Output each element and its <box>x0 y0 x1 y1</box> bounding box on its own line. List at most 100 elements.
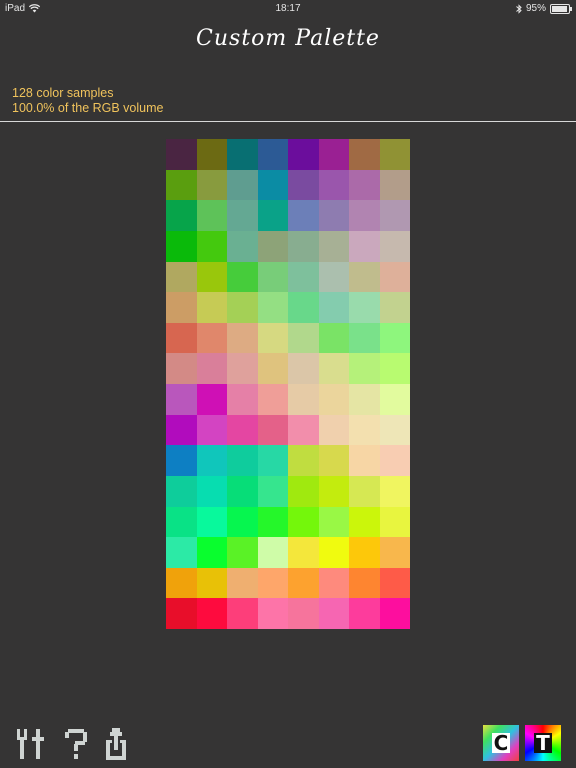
palette-swatch[interactable] <box>166 537 197 568</box>
palette-swatch[interactable] <box>166 139 197 170</box>
palette-swatch[interactable] <box>166 506 197 538</box>
palette-swatch[interactable] <box>257 200 288 231</box>
palette-swatch[interactable] <box>227 384 258 415</box>
palette-swatch[interactable] <box>379 598 410 629</box>
palette-swatch[interactable] <box>227 353 258 384</box>
palette-swatch[interactable] <box>318 292 349 323</box>
palette-swatch[interactable] <box>288 169 319 201</box>
palette-swatch[interactable] <box>318 384 349 415</box>
palette-swatch[interactable] <box>196 475 227 507</box>
palette-t-button[interactable]: T <box>525 725 561 761</box>
palette-swatch[interactable] <box>166 414 197 446</box>
palette-swatch[interactable] <box>379 322 410 354</box>
palette-swatch[interactable] <box>349 598 380 629</box>
palette-swatch[interactable] <box>288 537 319 568</box>
palette-swatch[interactable] <box>349 230 380 262</box>
palette-swatch[interactable] <box>318 414 349 446</box>
palette-swatch[interactable] <box>227 506 258 538</box>
palette-swatch[interactable] <box>166 200 197 231</box>
palette-swatch[interactable] <box>318 567 349 599</box>
palette-swatch[interactable] <box>288 445 319 476</box>
palette-swatch[interactable] <box>196 384 227 415</box>
palette-swatch[interactable] <box>288 261 319 293</box>
palette-swatch[interactable] <box>318 230 349 262</box>
palette-swatch[interactable] <box>349 169 380 201</box>
palette-swatch[interactable] <box>166 475 197 507</box>
palette-swatch[interactable] <box>318 353 349 384</box>
palette-swatch[interactable] <box>257 230 288 262</box>
palette-swatch[interactable] <box>196 598 227 629</box>
palette-swatch[interactable] <box>318 261 349 293</box>
palette-swatch[interactable] <box>288 414 319 446</box>
palette-swatch[interactable] <box>349 414 380 446</box>
palette-swatch[interactable] <box>257 384 288 415</box>
palette-swatch[interactable] <box>318 506 349 538</box>
palette-swatch[interactable] <box>227 322 258 354</box>
palette-swatch[interactable] <box>379 445 410 476</box>
palette-swatch[interactable] <box>288 384 319 415</box>
palette-swatch[interactable] <box>349 200 380 231</box>
palette-swatch[interactable] <box>288 598 319 629</box>
palette-swatch[interactable] <box>196 445 227 476</box>
palette-swatch[interactable] <box>166 353 197 384</box>
palette-swatch[interactable] <box>318 598 349 629</box>
palette-swatch[interactable] <box>196 506 227 538</box>
palette-swatch[interactable] <box>257 598 288 629</box>
palette-swatch[interactable] <box>196 292 227 323</box>
palette-swatch[interactable] <box>288 353 319 384</box>
palette-swatch[interactable] <box>257 292 288 323</box>
palette-swatch[interactable] <box>227 445 258 476</box>
palette-swatch[interactable] <box>349 292 380 323</box>
palette-swatch[interactable] <box>349 537 380 568</box>
share-button[interactable] <box>98 724 134 764</box>
palette-swatch[interactable] <box>166 169 197 201</box>
palette-swatch[interactable] <box>379 200 410 231</box>
palette-swatch[interactable] <box>166 322 197 354</box>
palette-swatch[interactable] <box>379 169 410 201</box>
palette-swatch[interactable] <box>196 169 227 201</box>
palette-swatch[interactable] <box>257 445 288 476</box>
palette-swatch[interactable] <box>379 139 410 170</box>
palette-swatch[interactable] <box>318 475 349 507</box>
palette-swatch[interactable] <box>257 475 288 507</box>
palette-swatch[interactable] <box>166 261 197 293</box>
palette-swatch[interactable] <box>318 322 349 354</box>
palette-swatch[interactable] <box>349 139 380 170</box>
palette-swatch[interactable] <box>379 292 410 323</box>
palette-swatch[interactable] <box>257 169 288 201</box>
palette-swatch[interactable] <box>227 414 258 446</box>
palette-swatch[interactable] <box>227 292 258 323</box>
palette-swatch[interactable] <box>379 506 410 538</box>
palette-swatch[interactable] <box>196 139 227 170</box>
palette-swatch[interactable] <box>227 169 258 201</box>
palette-swatch[interactable] <box>379 384 410 415</box>
palette-swatch[interactable] <box>379 475 410 507</box>
palette-swatch[interactable] <box>349 384 380 415</box>
palette-swatch[interactable] <box>288 506 319 538</box>
palette-swatch[interactable] <box>227 598 258 629</box>
palette-swatch[interactable] <box>288 200 319 231</box>
palette-swatch[interactable] <box>257 506 288 538</box>
palette-swatch[interactable] <box>288 230 319 262</box>
palette-swatch[interactable] <box>227 567 258 599</box>
palette-swatch[interactable] <box>196 200 227 231</box>
palette-swatch[interactable] <box>288 292 319 323</box>
palette-swatch[interactable] <box>349 261 380 293</box>
palette-swatch[interactable] <box>227 230 258 262</box>
palette-swatch[interactable] <box>318 169 349 201</box>
help-button[interactable] <box>58 724 94 764</box>
palette-swatch[interactable] <box>379 230 410 262</box>
palette-swatch[interactable] <box>196 567 227 599</box>
palette-swatch[interactable] <box>288 139 319 170</box>
palette-swatch[interactable] <box>257 139 288 170</box>
palette-swatch[interactable] <box>379 414 410 446</box>
palette-swatch[interactable] <box>196 414 227 446</box>
palette-swatch[interactable] <box>196 230 227 262</box>
palette-swatch[interactable] <box>288 475 319 507</box>
palette-swatch[interactable] <box>166 445 197 476</box>
palette-swatch[interactable] <box>196 353 227 384</box>
palette-swatch[interactable] <box>227 261 258 293</box>
palette-swatch[interactable] <box>288 567 319 599</box>
palette-swatch[interactable] <box>166 567 197 599</box>
palette-swatch[interactable] <box>379 567 410 599</box>
